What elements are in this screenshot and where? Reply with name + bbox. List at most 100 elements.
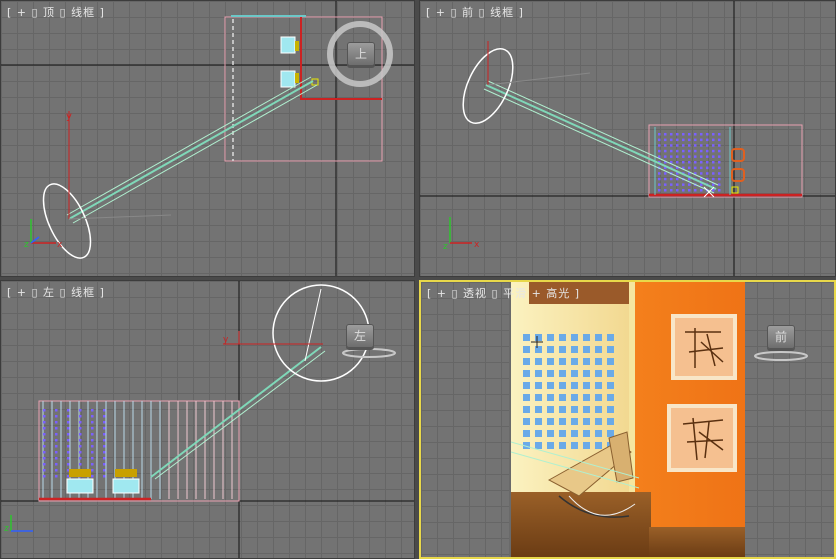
window-pane xyxy=(523,334,530,341)
window-pane xyxy=(55,409,58,412)
window-pane xyxy=(55,421,58,424)
window-pane xyxy=(571,406,578,413)
window-pane xyxy=(694,166,697,170)
viewport-perspective[interactable]: [ + ▯ 透视 ▯ 平滑 + 高光 ] 前 xyxy=(419,280,836,559)
window-pane xyxy=(91,421,94,424)
window-pane xyxy=(595,394,602,401)
window-pane xyxy=(103,409,106,412)
window-pane xyxy=(700,172,703,175)
axis-y-label: y xyxy=(66,111,72,122)
window-pane xyxy=(700,155,703,158)
window-pane xyxy=(547,370,554,377)
axis-x-label: x xyxy=(57,240,63,250)
viewport-top[interactable]: [ + ▯ 顶 ▯ 线框 ] y z x 上 xyxy=(0,0,415,277)
window-pane xyxy=(658,144,661,147)
window-pane xyxy=(595,334,602,341)
window-pane xyxy=(700,189,703,192)
window-pane xyxy=(706,155,709,158)
window-pane xyxy=(682,155,685,158)
window-pane xyxy=(43,469,46,472)
axis-z-label: z xyxy=(4,524,9,534)
window-pane xyxy=(664,138,667,142)
window-pane xyxy=(547,334,554,341)
window-pane xyxy=(559,370,566,377)
window-pane xyxy=(700,149,703,153)
window-pane xyxy=(523,418,530,425)
window-pane xyxy=(700,166,703,170)
window-pane xyxy=(718,133,721,136)
window-pane xyxy=(607,346,614,353)
window-pane xyxy=(67,427,70,430)
window-pane xyxy=(523,346,530,353)
viewport-front[interactable]: [ + ▯ 前 ▯ 线框 ] z x xyxy=(419,0,836,277)
window-pane xyxy=(664,155,667,158)
viewcube-ring xyxy=(754,351,808,361)
viewport-top-label[interactable]: [ + ▯ 顶 ▯ 线框 ] xyxy=(7,4,105,20)
window-pane xyxy=(55,445,58,448)
window-pane xyxy=(607,370,614,377)
window-pane xyxy=(43,433,46,436)
window-pane xyxy=(523,394,530,401)
viewcube-left[interactable]: 左 xyxy=(346,324,374,348)
window-pane xyxy=(718,189,721,192)
window-pane xyxy=(523,406,530,413)
window-pane xyxy=(535,334,542,341)
window-pane xyxy=(595,406,602,413)
window-pane xyxy=(676,144,679,147)
window-pane xyxy=(547,442,554,449)
window-pane xyxy=(718,144,721,147)
window-pane xyxy=(718,166,721,170)
viewcube-top[interactable]: 上 xyxy=(347,42,375,66)
viewport-left[interactable]: [ + ▯ 左 ▯ 线框 ] y z 左 xyxy=(0,280,415,559)
window-pane xyxy=(583,418,590,425)
render-scene xyxy=(509,282,745,557)
window-pane xyxy=(91,463,94,466)
window-pane xyxy=(67,409,70,412)
window-pane xyxy=(43,457,46,460)
window-pane xyxy=(676,133,679,136)
window-pane xyxy=(607,418,614,425)
room-outline[interactable] xyxy=(224,16,383,162)
window-pane xyxy=(676,183,679,186)
window-pane xyxy=(688,161,691,164)
window-pane xyxy=(583,358,590,365)
window-pane xyxy=(43,427,46,430)
viewcube-perspective[interactable]: 前 xyxy=(767,325,795,349)
window-pane xyxy=(67,457,70,460)
window-pane xyxy=(67,463,70,466)
window-pane xyxy=(91,427,94,430)
window-pane xyxy=(55,415,58,418)
picture-frame-2[interactable] xyxy=(667,404,737,472)
window-pane xyxy=(676,189,679,192)
window-pane xyxy=(583,394,590,401)
window-pane xyxy=(559,346,566,353)
window-pane xyxy=(103,433,106,436)
window-pane xyxy=(682,149,685,153)
window-pane xyxy=(523,430,530,437)
window-pane xyxy=(91,439,94,442)
window-pane xyxy=(694,189,697,192)
window-pane xyxy=(682,138,685,142)
window-pane xyxy=(535,370,542,377)
viewport-front-label[interactable]: [ + ▯ 前 ▯ 线框 ] xyxy=(426,4,524,20)
window-pane xyxy=(676,155,679,158)
viewport-perspective-label[interactable]: [ + ▯ 透视 ▯ 平滑 + 高光 ] xyxy=(427,285,580,301)
window-pane xyxy=(103,463,106,466)
window-pane xyxy=(103,457,106,460)
window-pane xyxy=(712,138,715,142)
window-pane xyxy=(91,451,94,454)
window-pane xyxy=(547,382,554,389)
window-pane xyxy=(595,370,602,377)
window-pane xyxy=(694,149,697,153)
window-pane xyxy=(79,427,82,430)
window-pane xyxy=(688,155,691,158)
window-pane xyxy=(607,406,614,413)
window-pane xyxy=(718,155,721,158)
window-pane xyxy=(607,334,614,341)
window-pane xyxy=(43,463,46,466)
window-pane xyxy=(535,418,542,425)
picture-frame-1[interactable] xyxy=(671,314,737,380)
window-pane xyxy=(670,138,673,142)
viewport-left-label[interactable]: [ + ▯ 左 ▯ 线框 ] xyxy=(7,284,105,300)
window-pane xyxy=(718,149,721,153)
